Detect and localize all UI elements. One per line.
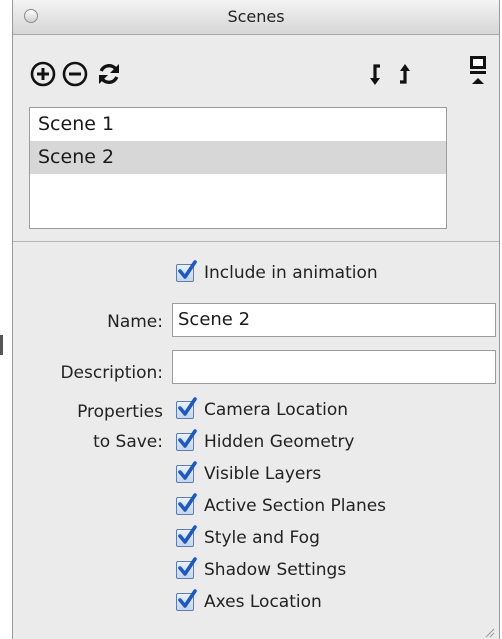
checkbox-box[interactable] <box>176 429 197 451</box>
camera-location-label: Camera Location <box>204 400 349 420</box>
active-section-planes-label: Active Section Planes <box>204 496 387 516</box>
name-label: Name: <box>107 312 163 332</box>
checkbox-box[interactable] <box>176 589 197 611</box>
scenes-window: Scenes Scene 1 Scene 2 Include in animat… <box>12 0 500 639</box>
checkbox-box[interactable] <box>176 461 197 483</box>
properties-label-line2: to Save: <box>93 432 163 452</box>
shadow-settings-label: Shadow Settings <box>204 560 347 580</box>
title-bar[interactable]: Scenes <box>13 0 499 35</box>
checkbox-box[interactable] <box>176 260 197 282</box>
description-label: Description: <box>60 363 163 383</box>
include-in-animation-label: Include in animation <box>204 263 378 283</box>
hidden-geometry-label: Hidden Geometry <box>204 432 355 452</box>
scene-list-item[interactable]: Scene 1 <box>30 108 446 141</box>
description-field[interactable] <box>172 350 496 384</box>
checkbox-box[interactable] <box>176 397 197 419</box>
axes-location-label: Axes Location <box>204 592 322 612</box>
camera-location-checkbox[interactable]: Camera Location <box>176 397 349 422</box>
style-and-fog-label: Style and Fog <box>204 528 320 548</box>
panel-toggle-icon[interactable] <box>468 54 488 88</box>
include-in-animation-checkbox[interactable]: Include in animation <box>176 260 378 285</box>
minus-circle-icon[interactable] <box>62 61 88 87</box>
refresh-icon[interactable] <box>96 61 122 87</box>
plus-circle-icon[interactable] <box>30 61 56 87</box>
name-field[interactable]: Scene 2 <box>172 303 496 337</box>
resize-grip-icon[interactable] <box>483 623 495 638</box>
window-title: Scenes <box>227 7 285 26</box>
scene-list-item[interactable]: Scene 2 <box>30 141 446 174</box>
active-section-planes-checkbox[interactable]: Active Section Planes <box>176 493 387 518</box>
panel-divider[interactable] <box>13 241 499 242</box>
checkbox-box[interactable] <box>176 525 197 547</box>
shadow-settings-checkbox[interactable]: Shadow Settings <box>176 557 347 582</box>
hidden-geometry-checkbox[interactable]: Hidden Geometry <box>176 429 355 454</box>
window-edge-marker <box>0 335 3 355</box>
checkbox-box[interactable] <box>176 557 197 579</box>
checkbox-box[interactable] <box>176 493 197 515</box>
scene-list[interactable]: Scene 1 Scene 2 <box>29 107 447 229</box>
arrow-up-icon[interactable] <box>394 61 414 87</box>
visible-layers-checkbox[interactable]: Visible Layers <box>176 461 322 486</box>
visible-layers-label: Visible Layers <box>204 464 322 484</box>
arrow-down-icon[interactable] <box>367 61 387 87</box>
axes-location-checkbox[interactable]: Axes Location <box>176 589 322 614</box>
style-and-fog-checkbox[interactable]: Style and Fog <box>176 525 320 550</box>
properties-label-line1: Properties <box>77 402 163 422</box>
